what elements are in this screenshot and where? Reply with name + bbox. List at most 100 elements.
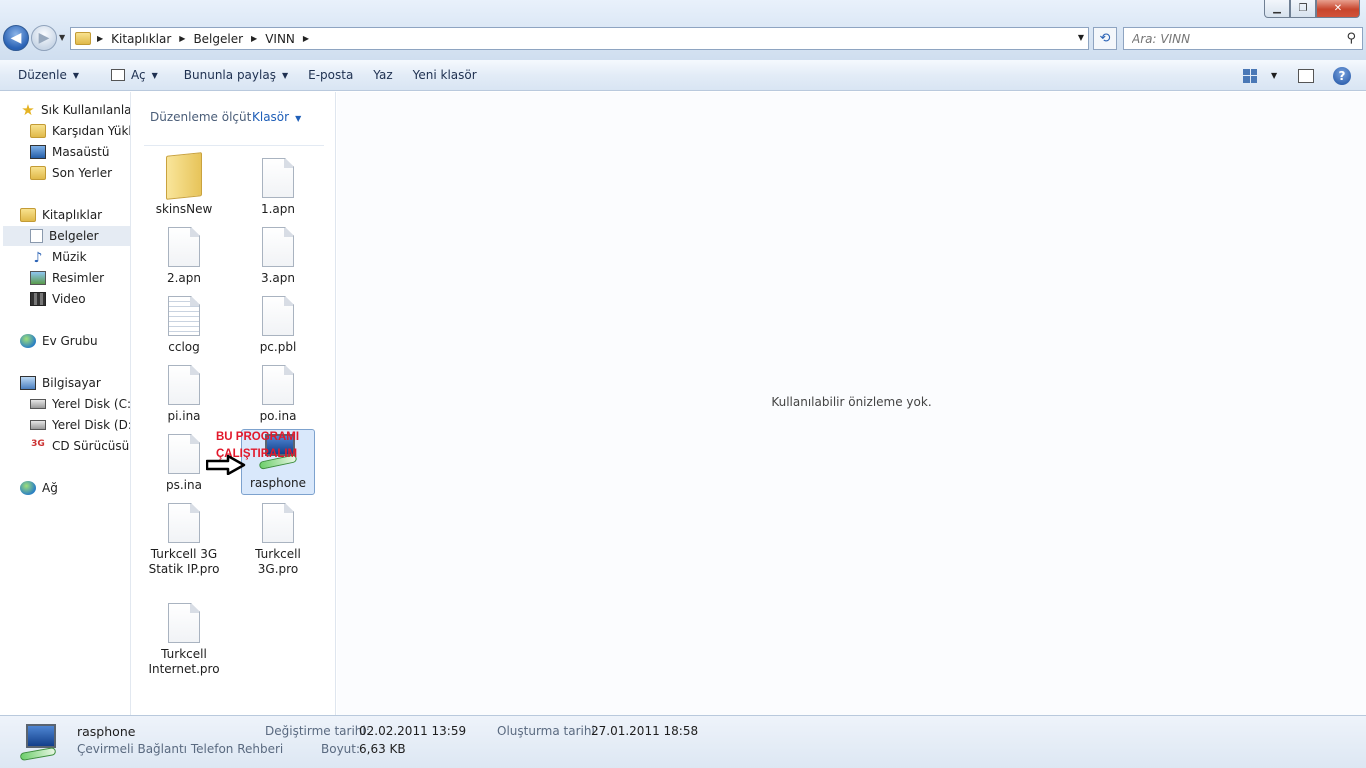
cd-drive-icon: 3G — [31, 439, 45, 449]
breadcrumb-separator[interactable]: ▶ — [303, 34, 309, 43]
file-item[interactable]: pc.pbl — [241, 296, 315, 355]
nav-music[interactable]: ♪ Müzik — [30, 247, 87, 267]
maximize-button[interactable]: ❐ — [1290, 0, 1316, 18]
details-size-value: 6,63 KB — [359, 742, 406, 756]
pictures-icon — [30, 271, 46, 285]
file-item[interactable]: skinsNew — [147, 152, 221, 217]
address-dropdown-icon[interactable]: ▼ — [1078, 33, 1084, 42]
file-name: Turkcell Internet.pro — [148, 647, 220, 676]
nav-drive-d[interactable]: Yerel Disk (D:) — [30, 415, 130, 435]
file-item[interactable]: 1.apn — [241, 158, 315, 217]
nav-computer[interactable]: Bilgisayar — [20, 373, 101, 393]
file-item[interactable]: Turkcell 3G.pro — [241, 503, 315, 577]
nav-video[interactable]: Video — [30, 289, 86, 309]
details-size-label: Boyut: — [321, 742, 361, 756]
file-item[interactable]: Turkcell 3G Statik IP.pro — [147, 503, 221, 577]
address-bar[interactable]: ▶ Kitaplıklar ▶ Belgeler ▶ VINN ▶ ▼ — [70, 27, 1089, 50]
file-icon — [168, 603, 200, 643]
nav-label: Müzik — [52, 250, 87, 264]
file-item[interactable]: po.ina — [241, 365, 315, 424]
minimize-button[interactable]: ▁ — [1264, 0, 1290, 18]
nav-label: Video — [52, 292, 86, 306]
details-created-label: Oluşturma tarihi: — [497, 724, 599, 738]
share-button[interactable]: Bununla paylaş ▼ — [174, 60, 298, 91]
file-icon — [168, 503, 200, 543]
nav-label: Karşıdan Yüklenenler — [52, 124, 130, 138]
nav-downloads[interactable]: Karşıdan Yüklenenler — [30, 121, 130, 141]
breadcrumb-separator[interactable]: ▶ — [179, 34, 185, 43]
search-icon[interactable]: ⚲ — [1346, 31, 1356, 46]
breadcrumb-documents[interactable]: Belgeler — [193, 32, 243, 46]
hard-disk-icon — [30, 399, 46, 409]
file-item[interactable]: cclog — [147, 296, 221, 355]
file-name: cclog — [168, 340, 200, 354]
details-modified-label: Değiştirme tarihi: — [265, 724, 370, 738]
preview-pane-icon — [1298, 68, 1314, 83]
desktop-icon — [30, 145, 46, 159]
nav-favorites[interactable]: ★ Sık Kullanılanlar — [20, 100, 130, 120]
chevron-down-icon: ▼ — [151, 70, 158, 80]
breadcrumb-separator[interactable]: ▶ — [97, 34, 103, 43]
search-input[interactable] — [1132, 31, 1332, 46]
open-label: Aç — [131, 68, 146, 82]
nav-libraries[interactable]: Kitaplıklar — [20, 205, 102, 225]
nav-pictures[interactable]: Resimler — [30, 268, 104, 288]
organize-button[interactable]: Düzenle ▼ — [0, 60, 89, 91]
nav-documents[interactable]: Belgeler — [3, 226, 130, 246]
search-box[interactable]: ⚲ — [1123, 27, 1363, 50]
file-item[interactable]: Turkcell Internet.pro — [147, 603, 221, 677]
preview-pane-button[interactable] — [1298, 60, 1314, 91]
nav-homegroup[interactable]: Ev Grubu — [20, 331, 98, 351]
print-button[interactable]: Yaz — [363, 60, 402, 91]
breadcrumb-vinn[interactable]: VINN — [265, 32, 295, 46]
back-button[interactable]: ◀ — [3, 25, 29, 51]
file-icon — [262, 158, 294, 198]
open-icon — [111, 69, 126, 81]
file-icon — [262, 503, 294, 543]
file-name: Turkcell 3G.pro — [255, 547, 301, 576]
details-created-value: 27.01.2011 18:58 — [591, 724, 699, 738]
share-label: Bununla paylaş — [183, 68, 276, 82]
nav-recent[interactable]: Son Yerler — [30, 163, 112, 183]
breadcrumb-separator[interactable]: ▶ — [251, 34, 257, 43]
chevron-down-icon[interactable]: ▼ — [1271, 71, 1277, 80]
close-button[interactable]: ✕ — [1316, 0, 1360, 18]
file-name: ps.ina — [166, 478, 202, 492]
file-name: Turkcell 3G Statik IP.pro — [148, 547, 220, 576]
file-item[interactable]: pi.ina — [147, 365, 221, 424]
nav-drive-c[interactable]: Yerel Disk (C:) — [30, 394, 130, 414]
nav-label: Kitaplıklar — [42, 208, 103, 222]
details-modified-value: 02.02.2011 13:59 — [359, 724, 467, 738]
file-name: po.ina — [259, 409, 297, 423]
file-icon — [262, 296, 294, 336]
nav-label: Ağ — [42, 481, 58, 495]
forward-button[interactable]: ▶ — [31, 25, 57, 51]
annotation-line: BU PROGRAMI — [216, 431, 300, 443]
nav-desktop[interactable]: Masaüstü — [30, 142, 109, 162]
text-file-icon — [168, 296, 200, 336]
print-label: Yaz — [373, 68, 393, 82]
file-name: pi.ina — [167, 409, 201, 423]
open-button[interactable]: Aç ▼ — [101, 60, 168, 91]
breadcrumb-libraries[interactable]: Kitaplıklar — [111, 32, 171, 46]
change-view-button[interactable]: ▼ — [1243, 60, 1277, 91]
new-folder-button[interactable]: Yeni klasör — [403, 60, 487, 91]
computer-icon — [20, 376, 36, 390]
file-item[interactable]: 2.apn — [147, 227, 221, 286]
recent-pages-dropdown[interactable]: ▼ — [59, 33, 65, 42]
file-item[interactable]: 3.apn — [241, 227, 315, 286]
arrange-by-dropdown[interactable]: Klasör ▼ — [252, 110, 301, 124]
file-icon — [262, 227, 294, 267]
nav-network[interactable]: Ağ — [20, 478, 58, 498]
nav-label: Belgeler — [49, 229, 99, 243]
file-name: 2.apn — [166, 271, 202, 285]
dialup-connection-icon — [18, 722, 62, 764]
nav-drive-cd[interactable]: 3G CD Sürücüsü (F:) — [30, 436, 130, 456]
file-name: skinsNew — [155, 202, 213, 216]
details-pane: rasphone Çevirmeli Bağlantı Telefon Rehb… — [0, 715, 1366, 768]
refresh-button[interactable]: ⟲ — [1093, 27, 1117, 50]
help-button[interactable]: ? — [1333, 60, 1351, 91]
file-icon — [168, 434, 200, 474]
file-icon — [262, 365, 294, 405]
email-button[interactable]: E-posta — [298, 60, 363, 91]
